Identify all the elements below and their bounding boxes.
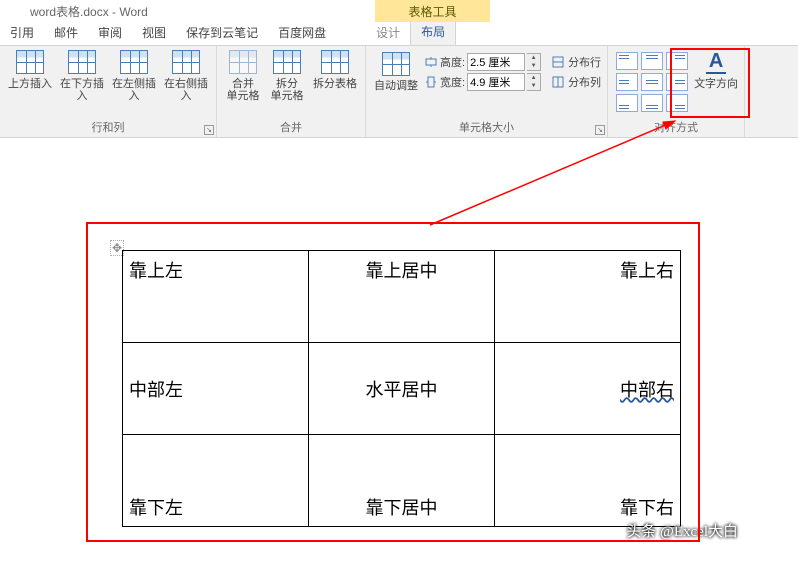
merge-cells-button[interactable]: 合并 单元格 (223, 50, 263, 102)
split-cells-button[interactable]: 拆分 单元格 (267, 50, 307, 102)
row-height-icon (424, 55, 438, 69)
distribute-column: 分布行 分布列 (551, 50, 601, 94)
text-direction-button[interactable]: A 文字方向 (694, 50, 738, 90)
tab-review[interactable]: 审阅 (88, 20, 132, 45)
demo-table[interactable]: 靠上左 靠上居中 靠上右 中部左 水平居中 中部右 靠下左 靠下居中 靠下右 (122, 250, 681, 527)
tab-table-layout[interactable]: 布局 (410, 18, 456, 45)
alignment-grid (614, 50, 690, 114)
tab-references[interactable]: 引用 (0, 20, 44, 45)
insert-left-button[interactable]: 在左侧插入 (110, 50, 158, 102)
cell-bottom-right[interactable]: 靠下右 (495, 435, 681, 527)
cell-middle-center[interactable]: 水平居中 (309, 343, 495, 435)
align-top-center[interactable] (641, 52, 663, 70)
tab-view[interactable]: 视图 (132, 20, 176, 45)
insert-above-button[interactable]: 上方插入 (6, 50, 54, 90)
autofit-label: 自动调整 (374, 80, 418, 92)
cell-size-dialog-launcher[interactable]: ↘ (595, 125, 605, 135)
insert-right-label: 在右侧插入 (162, 78, 210, 102)
merge-cells-label: 合并 单元格 (227, 78, 260, 102)
merge-cells-icon (229, 50, 257, 74)
tab-save-cloud[interactable]: 保存到云笔记 (176, 20, 268, 45)
cell-bottom-center[interactable]: 靠下居中 (309, 435, 495, 527)
insert-right-button[interactable]: 在右侧插入 (162, 50, 210, 102)
height-label: 高度: (440, 54, 465, 70)
split-cells-icon (273, 50, 301, 74)
size-spinners: 高度: 2.5 厘米 ▲▼ 宽度: 4.9 厘米 ▲▼ (424, 51, 541, 93)
split-table-label: 拆分表格 (313, 78, 357, 90)
cell-size-group-label: 单元格大小 (459, 117, 514, 135)
rows-cols-group-label: 行和列 (92, 117, 125, 135)
cell-top-right[interactable]: 靠上右 (495, 251, 681, 343)
align-top-left[interactable] (616, 52, 638, 70)
height-input[interactable]: 2.5 厘米 (467, 53, 525, 71)
align-bottom-center[interactable] (641, 94, 663, 112)
distribute-rows-icon (551, 55, 565, 69)
group-rows-cols: 上方插入 在下方插入 在左侧插入 在右侧插入 行和列 ↘ (0, 46, 217, 137)
document-title: word表格.docx - Word (30, 3, 148, 20)
width-label: 宽度: (440, 74, 465, 90)
align-bottom-left[interactable] (616, 94, 638, 112)
width-input[interactable]: 4.9 厘米 (467, 73, 525, 91)
align-middle-right[interactable] (666, 73, 688, 91)
tab-mailings[interactable]: 邮件 (44, 20, 88, 45)
distribute-cols-button[interactable]: 分布列 (551, 74, 601, 90)
distribute-cols-icon (551, 75, 565, 89)
tab-table-design[interactable]: 设计 (366, 20, 410, 45)
alignment-group-label: 对齐方式 (654, 117, 698, 135)
split-table-button[interactable]: 拆分表格 (311, 50, 359, 90)
group-alignment: A 文字方向 对齐方式 (608, 46, 745, 137)
height-spin[interactable]: ▲▼ (527, 53, 541, 71)
align-middle-center[interactable] (641, 73, 663, 91)
insert-left-icon (120, 50, 148, 74)
insert-left-label: 在左侧插入 (110, 78, 158, 102)
text-direction-icon: A (706, 50, 726, 74)
group-cell-size: 自动调整 高度: 2.5 厘米 ▲▼ 宽度: 4.9 厘米 ▲▼ (366, 46, 608, 137)
merge-group-label: 合并 (280, 117, 302, 135)
insert-below-button[interactable]: 在下方插入 (58, 50, 106, 102)
distribute-rows-label: 分布行 (568, 54, 601, 70)
rows-cols-dialog-launcher[interactable]: ↘ (204, 125, 214, 135)
align-bottom-right[interactable] (666, 94, 688, 112)
insert-below-icon (68, 50, 96, 74)
width-row: 宽度: 4.9 厘米 ▲▼ (424, 73, 541, 91)
autofit-button[interactable]: 自动调整 (372, 52, 420, 92)
text-direction-label: 文字方向 (694, 78, 738, 90)
insert-above-icon (16, 50, 44, 74)
group-merge: 合并 单元格 拆分 单元格 拆分表格 合并 (217, 46, 366, 137)
cell-bottom-left[interactable]: 靠下左 (123, 435, 309, 527)
tab-baidu[interactable]: 百度网盘 (268, 20, 336, 45)
contextual-tab-header: 表格工具 (375, 0, 490, 22)
page[interactable]: ✥ 靠上左 靠上居中 靠上右 中部左 水平居中 中部右 靠下左 靠下居中 靠下右 (14, 152, 784, 569)
insert-right-icon (172, 50, 200, 74)
ribbon: 上方插入 在下方插入 在左侧插入 在右侧插入 行和列 ↘ 合并 单元格 (0, 46, 798, 138)
distribute-rows-button[interactable]: 分布行 (551, 54, 601, 70)
insert-above-label: 上方插入 (8, 78, 52, 90)
cell-top-center[interactable]: 靠上居中 (309, 251, 495, 343)
cell-middle-left[interactable]: 中部左 (123, 343, 309, 435)
split-table-icon (321, 50, 349, 74)
col-width-icon (424, 75, 438, 89)
autofit-icon (382, 52, 410, 76)
cell-top-left[interactable]: 靠上左 (123, 251, 309, 343)
cell-middle-right[interactable]: 中部右 (495, 343, 681, 435)
insert-below-label: 在下方插入 (58, 78, 106, 102)
align-top-right[interactable] (666, 52, 688, 70)
watermark: 头条 @Excel大白 (626, 520, 738, 541)
align-middle-left[interactable] (616, 73, 638, 91)
height-row: 高度: 2.5 厘米 ▲▼ (424, 53, 541, 71)
width-spin[interactable]: ▲▼ (527, 73, 541, 91)
tab-strip: 引用 邮件 审阅 视图 保存到云笔记 百度网盘 设计 布局 (0, 22, 798, 46)
document-area: ✥ 靠上左 靠上居中 靠上右 中部左 水平居中 中部右 靠下左 靠下居中 靠下右 (0, 138, 798, 569)
split-cells-label: 拆分 单元格 (271, 78, 304, 102)
distribute-cols-label: 分布列 (568, 74, 601, 90)
